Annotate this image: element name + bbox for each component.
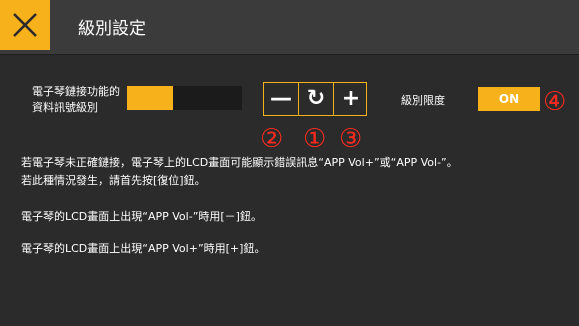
instruction-line-2: 若此種情況發生，請首先按[復位]鈕。 — [21, 174, 206, 187]
instruction-line-4: 電子琴的LCD畫面上出現“APP Vol+”時用[+]鈕。 — [21, 242, 266, 255]
reset-button[interactable]: ↻ — [299, 83, 333, 115]
signal-level-fill — [127, 86, 173, 110]
header-divider — [0, 54, 579, 55]
callout-2: ② — [260, 124, 284, 154]
minus-button[interactable]: — — [264, 83, 298, 115]
callout-3: ③ — [339, 124, 363, 154]
minus-icon: — — [270, 86, 292, 111]
close-button[interactable] — [0, 0, 50, 50]
close-icon — [13, 13, 37, 37]
plus-button[interactable]: + — [334, 83, 368, 115]
page-title: 級別設定 — [78, 19, 146, 39]
signal-level-label-line2: 資料訊號級別 — [32, 101, 98, 114]
header-bar: 級別設定 — [0, 0, 579, 54]
signal-level-label-line1: 電子琴鏈接功能的 — [32, 85, 120, 98]
instruction-line-3: 電子琴的LCD畫面上出現“APP Vol-”時用[－]鈕。 — [21, 210, 262, 223]
signal-level-label: 電子琴鏈接功能的 資料訊號級別 — [32, 84, 120, 116]
instruction-line-1: 若電子琴未正確鏈接，電子琴上的LCD畫面可能顯示錯誤訊息“APP Vol+”或“… — [21, 156, 458, 169]
reset-icon: ↻ — [306, 86, 326, 111]
signal-level-bar — [127, 86, 242, 110]
callout-1: ① — [303, 124, 327, 154]
level-limit-label: 級別限度 — [401, 94, 445, 107]
level-limit-toggle[interactable]: ON — [478, 87, 540, 111]
level-stepper: — ↻ + — [263, 82, 367, 116]
callout-4: ④ — [543, 87, 567, 117]
plus-icon: + — [341, 86, 361, 111]
